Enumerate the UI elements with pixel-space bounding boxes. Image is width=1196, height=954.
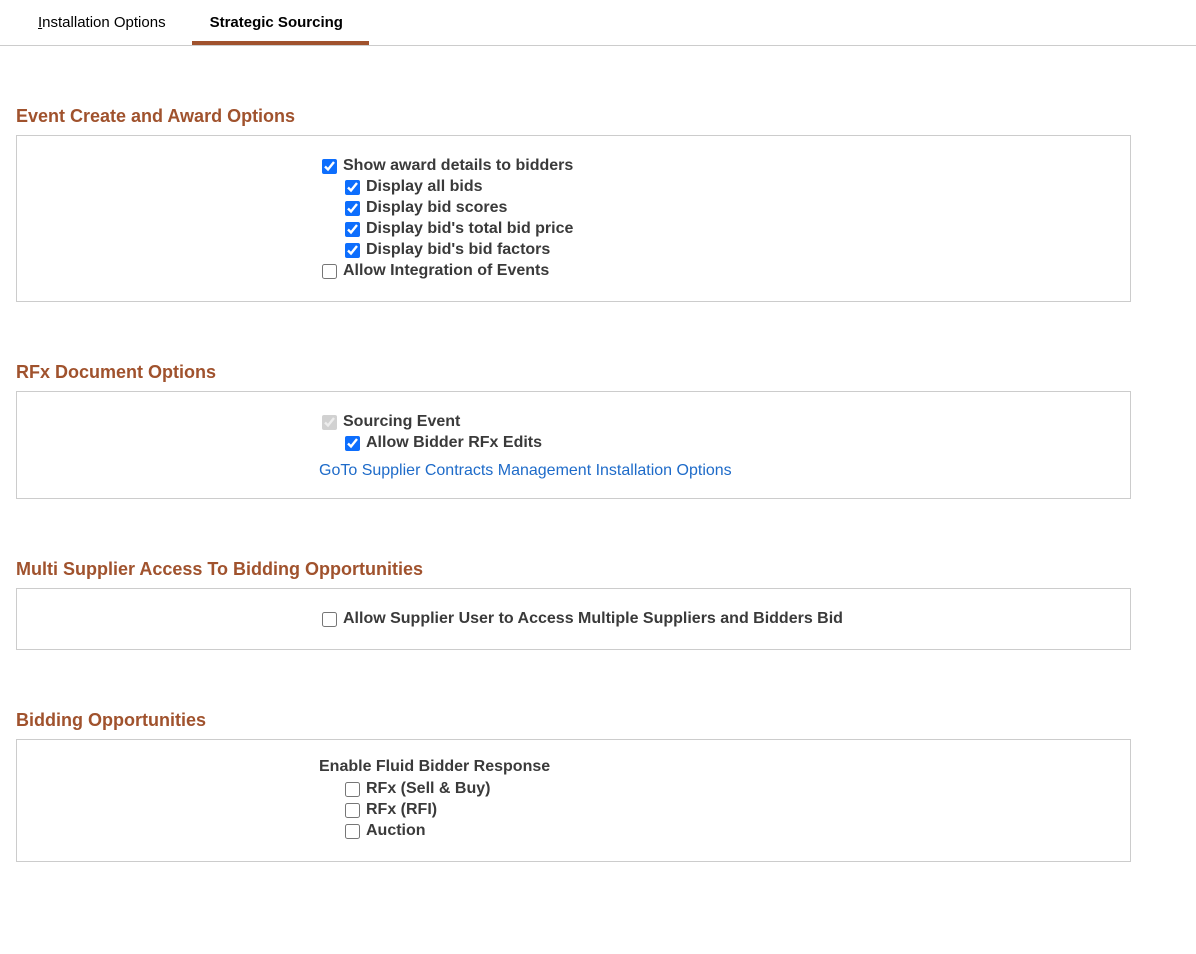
tab-label-rest: nstallation Options xyxy=(42,14,165,31)
label-display-total-price: Display bid's total bid price xyxy=(366,220,573,238)
section-box-event-create: Show award details to bidders Display al… xyxy=(16,135,1131,302)
tab-strategic-sourcing[interactable]: Strategic Sourcing xyxy=(192,0,369,45)
label-display-all-bids: Display all bids xyxy=(366,178,482,196)
label-display-bid-scores: Display bid scores xyxy=(366,199,507,217)
checkbox-display-all-bids[interactable] xyxy=(345,180,360,195)
checkbox-allow-multi-supplier[interactable] xyxy=(322,612,337,627)
checkbox-rfx-sell-buy[interactable] xyxy=(345,782,360,797)
label-allow-integration: Allow Integration of Events xyxy=(343,262,549,280)
label-sourcing-event: Sourcing Event xyxy=(343,413,460,431)
section-box-bidding: Enable Fluid Bidder Response RFx (Sell &… xyxy=(16,739,1131,862)
label-allow-rfx-edits: Allow Bidder RFx Edits xyxy=(366,434,542,452)
section-box-rfx: Sourcing Event Allow Bidder RFx Edits Go… xyxy=(16,391,1131,499)
label-allow-multi-supplier: Allow Supplier User to Access Multiple S… xyxy=(343,610,843,628)
section-title-event-create: Event Create and Award Options xyxy=(16,106,1180,127)
section-title-rfx: RFx Document Options xyxy=(16,362,1180,383)
checkbox-display-bid-factors[interactable] xyxy=(345,243,360,258)
link-goto-supplier-contracts[interactable]: GoTo Supplier Contracts Management Insta… xyxy=(319,462,732,479)
checkbox-rfx-rfi[interactable] xyxy=(345,803,360,818)
sub-heading-enable-fluid: Enable Fluid Bidder Response xyxy=(17,758,1130,776)
label-rfx-sell-buy: RFx (Sell & Buy) xyxy=(366,780,490,798)
section-title-multi: Multi Supplier Access To Bidding Opportu… xyxy=(16,559,1180,580)
checkbox-allow-rfx-edits[interactable] xyxy=(345,436,360,451)
checkbox-display-total-price[interactable] xyxy=(345,222,360,237)
tab-installation-options[interactable]: Installation Options xyxy=(20,0,192,45)
section-title-bidding: Bidding Opportunities xyxy=(16,710,1180,731)
label-rfx-rfi: RFx (RFI) xyxy=(366,801,437,819)
section-box-multi: Allow Supplier User to Access Multiple S… xyxy=(16,588,1131,650)
checkbox-auction[interactable] xyxy=(345,824,360,839)
checkbox-allow-integration[interactable] xyxy=(322,264,337,279)
checkbox-show-award[interactable] xyxy=(322,159,337,174)
checkbox-sourcing-event xyxy=(322,415,337,430)
label-display-bid-factors: Display bid's bid factors xyxy=(366,241,550,259)
label-show-award: Show award details to bidders xyxy=(343,157,573,175)
label-auction: Auction xyxy=(366,822,426,840)
checkbox-display-bid-scores[interactable] xyxy=(345,201,360,216)
tab-label: Strategic Sourcing xyxy=(210,14,343,31)
